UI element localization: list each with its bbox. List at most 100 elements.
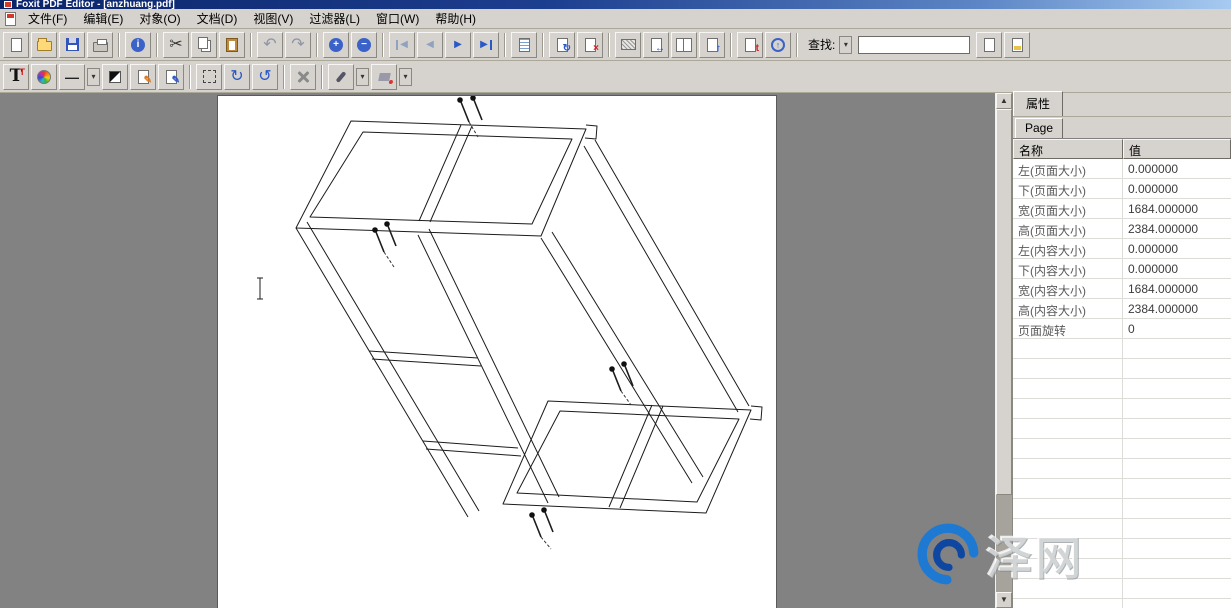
scroll-down-button[interactable]: ▼ [996, 592, 1012, 608]
line-tool-button[interactable]: — [59, 64, 85, 90]
menu-filter[interactable]: 过滤器(L) [301, 8, 368, 29]
text-style-icon: T [20, 68, 26, 77]
toolbar-separator [504, 33, 506, 57]
tools-button[interactable] [290, 64, 316, 90]
color-picker-button[interactable] [328, 64, 354, 90]
property-row[interactable]: 宽(页面大小)1684.000000 [1013, 199, 1231, 219]
last-page-button[interactable]: ▶ [473, 32, 499, 58]
new-document-button[interactable] [3, 32, 29, 58]
empty-row [1013, 379, 1231, 399]
property-value[interactable]: 1684.000000 [1123, 279, 1231, 298]
edit-object-button[interactable]: ✎ [130, 64, 156, 90]
caret-down-icon: ▾ [844, 41, 848, 49]
property-value[interactable]: 2384.000000 [1123, 299, 1231, 318]
line-tool-icon: — [65, 69, 79, 85]
text-tool-button[interactable]: TT [3, 64, 29, 90]
menu-object[interactable]: 对象(O) [131, 8, 188, 29]
property-row[interactable]: 高(页面大小)2384.000000 [1013, 219, 1231, 239]
rotate-page-icon: ↻ [563, 44, 571, 54]
copy-button[interactable] [191, 32, 217, 58]
delete-page-button[interactable]: × [577, 32, 603, 58]
menu-help[interactable]: 帮助(H) [427, 8, 484, 29]
rotate-ccw-icon: ↺ [258, 69, 271, 85]
find-label: 查找: [808, 36, 835, 53]
fill-color-dropdown[interactable]: ▾ [399, 68, 412, 86]
insert-page-button[interactable] [511, 32, 537, 58]
property-row[interactable]: 左(页面大小)0.000000 [1013, 159, 1231, 179]
grid-header: 名称 值 [1013, 139, 1231, 159]
property-value[interactable]: 0.000000 [1123, 159, 1231, 178]
select-object-button[interactable] [196, 64, 222, 90]
paste-into-page-button[interactable] [1004, 32, 1030, 58]
find-options-button[interactable]: ▾ [839, 36, 852, 54]
properties-panel: 属性 Page 名称 值 左(页面大小)0.000000 下(页面大小)0.00… [1012, 93, 1231, 608]
property-row[interactable]: 高(内容大小)2384.000000 [1013, 299, 1231, 319]
snapshot-button[interactable] [976, 32, 1002, 58]
property-name: 宽(页面大小) [1013, 199, 1123, 218]
menu-view[interactable]: 视图(V) [245, 8, 301, 29]
empty-row [1013, 499, 1231, 519]
toolbar-separator [118, 33, 120, 57]
property-row[interactable]: 左(内容大小)0.000000 [1013, 239, 1231, 259]
empty-row [1013, 579, 1231, 599]
menu-file[interactable]: 文件(F) [20, 8, 75, 29]
property-row[interactable]: 页面旋转0 [1013, 319, 1231, 339]
save-button[interactable] [59, 32, 85, 58]
zoom-out-button[interactable]: − [351, 32, 377, 58]
paste-button[interactable] [219, 32, 245, 58]
vertical-scrollbar[interactable]: ▲ ▼ [995, 93, 1012, 608]
previous-page-button[interactable]: ◀ [417, 32, 443, 58]
property-row[interactable]: 宽(内容大小)1684.000000 [1013, 279, 1231, 299]
menu-edit[interactable]: 编辑(E) [75, 8, 131, 29]
next-page-button[interactable]: ▶ [445, 32, 471, 58]
two-page-view-button[interactable] [671, 32, 697, 58]
property-value[interactable]: 0 [1123, 319, 1231, 338]
page-tab[interactable]: Page [1015, 118, 1063, 138]
open-file-button[interactable] [31, 32, 57, 58]
cut-button[interactable]: ✂ [163, 32, 189, 58]
print-button[interactable] [87, 32, 113, 58]
fill-style-button[interactable] [102, 64, 128, 90]
document-canvas[interactable] [0, 93, 995, 608]
property-value[interactable]: 0.000000 [1123, 259, 1231, 278]
property-value[interactable]: 0.000000 [1123, 179, 1231, 198]
line-tool-dropdown[interactable]: ▾ [87, 68, 100, 86]
undo-button[interactable]: ↶ [257, 32, 283, 58]
fill-bucket-icon [378, 73, 391, 81]
fill-color-button[interactable] [371, 64, 397, 90]
new-document-icon [11, 38, 22, 52]
scroll-up-button[interactable]: ▲ [996, 93, 1012, 109]
first-page-button[interactable]: ◀ [389, 32, 415, 58]
find-input[interactable] [858, 36, 970, 54]
crop-page-button[interactable] [615, 32, 641, 58]
color-wheel-button[interactable] [31, 64, 57, 90]
scrollbar-thumb[interactable] [996, 109, 1012, 495]
export-text-button[interactable]: t [737, 32, 763, 58]
document-info-button[interactable]: i [125, 32, 151, 58]
insert-page-icon [519, 38, 530, 52]
zoom-in-button[interactable]: + [323, 32, 349, 58]
property-value[interactable]: 1684.000000 [1123, 199, 1231, 218]
empty-row [1013, 419, 1231, 439]
export-text-icon: t [756, 44, 759, 54]
color-picker-dropdown[interactable]: ▾ [356, 68, 369, 86]
property-row[interactable]: 下(内容大小)0.000000 [1013, 259, 1231, 279]
upload-icon: ↑ [771, 38, 785, 52]
rotate-page-button[interactable]: ↻ [549, 32, 575, 58]
copy-icon [198, 37, 208, 49]
edit-content-button[interactable]: ✎ [158, 64, 184, 90]
redo-button[interactable]: ↷ [285, 32, 311, 58]
scrollbar-track[interactable] [996, 109, 1012, 592]
property-value[interactable]: 0.000000 [1123, 239, 1231, 258]
property-row[interactable]: 下(页面大小)0.000000 [1013, 179, 1231, 199]
upload-button[interactable]: ↑ [765, 32, 791, 58]
rotate-object-ccw-button[interactable]: ↺ [252, 64, 278, 90]
fit-page-button[interactable]: ↑ [699, 32, 725, 58]
rotate-object-cw-button[interactable]: ↻ [224, 64, 250, 90]
menu-window[interactable]: 窗口(W) [368, 8, 427, 29]
menu-document[interactable]: 文档(D) [189, 8, 246, 29]
resize-page-button[interactable]: ↔ [643, 32, 669, 58]
pdf-page[interactable] [217, 95, 777, 608]
properties-tab[interactable]: 属性 [1013, 91, 1063, 116]
property-value[interactable]: 2384.000000 [1123, 219, 1231, 238]
